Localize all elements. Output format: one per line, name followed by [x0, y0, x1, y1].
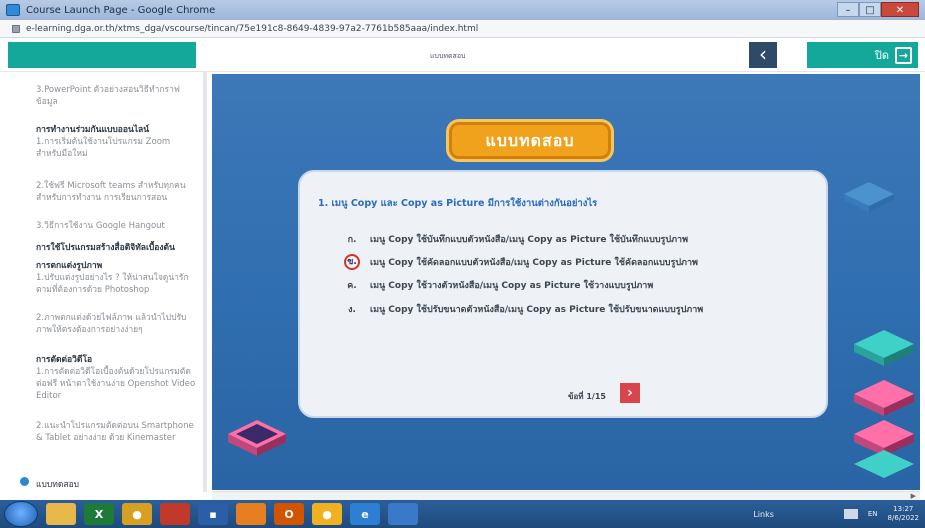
- taskbar-app-generic[interactable]: ▪: [198, 503, 228, 525]
- course-sidebar: 3.PowerPoint ตัวอย่างสอนวิธีทำกราฟข้อมูล…: [0, 72, 207, 502]
- back-button[interactable]: ‹: [749, 42, 777, 68]
- decorative-stack-icon: [854, 330, 914, 478]
- window-title: Course Launch Page - Google Chrome: [26, 4, 216, 16]
- sidebar-item[interactable]: 1.การตัดต่อวิดีโอเบื้องต้นด้วยโปรแกรมตัด…: [36, 366, 196, 402]
- option-text: เมนู Copy ใช้ปรับขนาดตัวหนังสือ/เมนู Cop…: [370, 305, 704, 315]
- address-bar[interactable]: e-learning.dga.or.th/xtms_dga/vscourse/t…: [0, 20, 925, 38]
- option-text: เมนู Copy ใช้วางตัวหนังสือ/เมนู Copy as …: [370, 281, 654, 291]
- sidebar-item[interactable]: 2.ใช้ฟรี Microsoft teams สำหรับทุกคน สำห…: [36, 180, 196, 204]
- quiz-stage: แบบทดสอบ 1. เมนู Copy และ Copy as Pictur…: [212, 74, 920, 490]
- minimize-button[interactable]: –: [837, 2, 859, 17]
- answer-option[interactable]: ง. เมนู Copy ใช้ปรับขนาดตัวหนังสือ/เมนู …: [344, 302, 703, 316]
- taskbar-app-word[interactable]: [388, 503, 418, 525]
- course-logo-bar: [8, 42, 196, 68]
- sidebar-section-heading: การตกแต่งรูปภาพ: [36, 261, 103, 271]
- taskbar-app-chrome-alt[interactable]: ●: [312, 503, 342, 525]
- title-bar: Course Launch Page - Google Chrome – □ ✕: [0, 0, 925, 20]
- close-window-button[interactable]: ✕: [881, 2, 919, 17]
- quiz-title-banner: แบบทดสอบ: [449, 122, 611, 159]
- system-tray: Links EN 13:27 8/6/2022: [753, 500, 919, 528]
- sidebar-item[interactable]: 1.ปรับแต่งรูปอย่างไร ? ให้น่าสนใจดูน่ารั…: [36, 272, 196, 296]
- windows-taskbar: X ● ▪ O ● e Links EN 13:27 8/6/2022: [0, 500, 925, 528]
- taskbar-app-chrome[interactable]: ●: [122, 503, 152, 525]
- option-text: เมนู Copy ใช้คัดลอกแบบตัวหนังสือ/เมนู Co…: [370, 258, 698, 268]
- clock-date: 8/6/2022: [887, 514, 919, 522]
- lock-icon: [12, 24, 20, 33]
- links-toolbar[interactable]: Links: [753, 510, 774, 519]
- taskbar-app-internet-explorer[interactable]: e: [350, 503, 380, 525]
- question-text: 1. เมนู Copy และ Copy as Picture มีการใช…: [318, 198, 598, 209]
- taskbar-app-powerpoint[interactable]: [160, 503, 190, 525]
- sidebar-section-heading: การใช้โปรแกรมสร้างสื่อดิจิทัลเบื้องต้น: [36, 243, 175, 253]
- scroll-right-arrow-icon[interactable]: ▶: [911, 492, 916, 500]
- browser-window: Course Launch Page - Google Chrome – □ ✕…: [0, 0, 925, 528]
- stage-horizontal-scrollbar[interactable]: ▶: [212, 491, 920, 500]
- taskbar-app-file-explorer[interactable]: [46, 503, 76, 525]
- sidebar-item[interactable]: 2.แนะนำโปรแกรมตัดต่อบน Smartphone & Tabl…: [36, 420, 196, 444]
- decorative-stack-icon: [228, 420, 286, 456]
- header-section-label: แบบทดสอบ: [430, 52, 466, 60]
- language-indicator[interactable]: EN: [868, 510, 878, 518]
- answer-option[interactable]: ก. เมนู Copy ใช้บันทึกแบบตัวหนังสือ/เมนู…: [344, 232, 688, 246]
- network-icon[interactable]: [843, 509, 858, 519]
- clock-time: 13:27: [893, 505, 914, 513]
- maximize-button[interactable]: □: [859, 2, 881, 17]
- taskbar-app-excel[interactable]: X: [84, 503, 114, 525]
- url-text[interactable]: e-learning.dga.or.th/xtms_dga/vscourse/t…: [26, 24, 478, 34]
- sidebar-item[interactable]: 1.การเริ่มต้นใช้งานโปรแกรม Zoom สำหรับมื…: [36, 136, 196, 160]
- exit-label: ปิด: [874, 49, 889, 62]
- next-question-button[interactable]: ›: [620, 383, 640, 403]
- sidebar-section-heading: การตัดต่อวิดีโอ: [36, 355, 93, 365]
- exit-icon: →: [895, 46, 912, 64]
- option-key: ก.: [347, 235, 357, 245]
- sidebar-item[interactable]: 3.PowerPoint ตัวอย่างสอนวิธีทำกราฟข้อมูล: [36, 84, 196, 108]
- question-card: 1. เมนู Copy และ Copy as Picture มีการใช…: [298, 170, 828, 418]
- option-key: ค.: [347, 281, 357, 291]
- sidebar-item[interactable]: 2.ภาพตกแต่งด้วยไฟล์ภาพ แล้วนำไปปรับภาพให…: [36, 312, 196, 336]
- question-pager: ข้อที่ 1/15: [568, 392, 606, 401]
- decorative-cube-icon: [844, 182, 894, 212]
- chrome-app-icon: [6, 4, 20, 16]
- answer-option[interactable]: ค. เมนู Copy ใช้วางตัวหนังสือ/เมนู Copy …: [344, 278, 653, 292]
- taskbar-app-office[interactable]: [236, 503, 266, 525]
- sidebar-item[interactable]: 3.วิธีการใช้งาน Google Hangout: [36, 220, 196, 232]
- start-button[interactable]: [4, 501, 38, 527]
- option-text: เมนู Copy ใช้บันทึกแบบตัวหนังสือ/เมนู Co…: [370, 235, 688, 245]
- sidebar-item-current[interactable]: แบบทดสอบ: [36, 477, 79, 491]
- option-key-selected: ข.: [344, 254, 360, 270]
- sidebar-scrollbar[interactable]: [203, 72, 207, 492]
- system-clock[interactable]: 13:27 8/6/2022: [888, 505, 919, 523]
- exit-button[interactable]: ปิด →: [807, 42, 918, 68]
- window-controls: – □ ✕: [837, 2, 919, 17]
- answer-option-selected[interactable]: ข. เมนู Copy ใช้คัดลอกแบบตัวหนังสือ/เมนู…: [344, 254, 698, 270]
- option-key: ง.: [348, 305, 356, 315]
- current-item-dot-icon: [20, 477, 29, 486]
- taskbar-app-opera[interactable]: O: [274, 503, 304, 525]
- sidebar-section-heading: การทำงานร่วมกันแบบออนไลน์: [36, 125, 150, 135]
- course-header: แบบทดสอบ ‹ ปิด →: [0, 38, 925, 72]
